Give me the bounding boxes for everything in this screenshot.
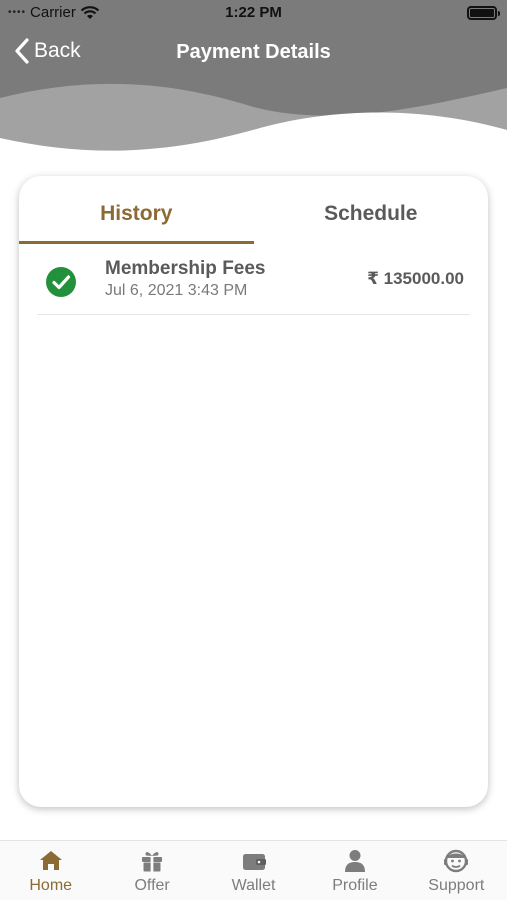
support-icon [444,849,469,873]
nav-item-offer[interactable]: Offer [101,841,202,900]
wallet-icon [242,854,266,870]
transaction-list: Membership Fees Jul 6, 2021 3:43 PM ₹ 13… [19,244,488,315]
nav-label-offer: Offer [134,877,170,894]
header-background: •••• Carrier 1:22 PM Back Payment Detail… [0,0,507,158]
header-wave [0,83,507,158]
check-circle-icon [46,267,76,297]
tab-bar: History Schedule [19,176,488,244]
payment-card: History Schedule Membership Fees Jul 6, … [19,176,488,807]
transaction-amount: ₹ 135000.00 [367,269,464,288]
nav-item-wallet[interactable]: Wallet [203,841,304,900]
profile-icon [344,850,365,872]
nav-label-support: Support [428,877,485,894]
navigation-bar: Back Payment Details [0,28,507,76]
nav-item-support[interactable]: Support [406,841,507,900]
nav-item-profile[interactable]: Profile [304,841,405,900]
status-bar: •••• Carrier 1:22 PM [0,0,507,26]
nav-label-profile: Profile [332,877,378,894]
home-icon [39,851,62,870]
nav-label-home: Home [29,877,73,894]
transaction-row[interactable]: Membership Fees Jul 6, 2021 3:43 PM ₹ 13… [37,244,470,315]
status-time: 1:22 PM [225,4,282,21]
transaction-title: Membership Fees [105,258,266,279]
gift-icon [142,852,163,872]
transaction-date: Jul 6, 2021 3:43 PM [105,282,248,299]
tab-schedule[interactable]: Schedule [254,176,489,244]
nav-item-home[interactable]: Home [0,841,101,900]
battery-icon [467,6,500,20]
nav-label-wallet: Wallet [231,877,276,894]
bottom-tab-bar: Home Offer Wallet Profile Support [0,840,507,900]
tab-history[interactable]: History [19,176,254,244]
page-title: Payment Details [176,41,331,63]
